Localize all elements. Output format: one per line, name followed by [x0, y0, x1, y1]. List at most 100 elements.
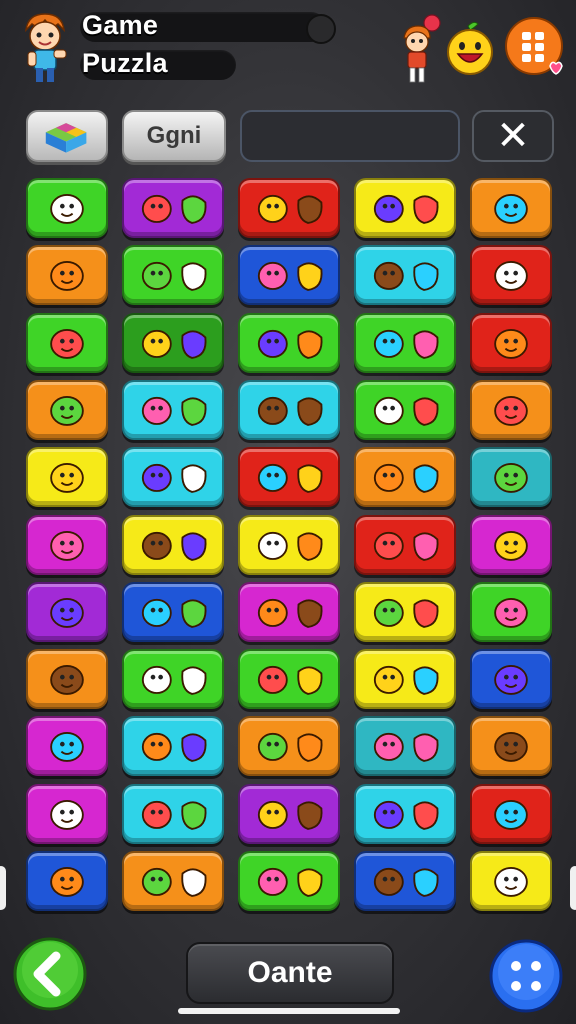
grid-tile[interactable] — [470, 447, 552, 508]
grid-tile[interactable] — [354, 649, 456, 710]
apps-menu-button[interactable] — [504, 16, 566, 78]
grid-tile[interactable] — [354, 245, 456, 306]
grid-tile[interactable] — [122, 851, 224, 911]
grid-tile[interactable] — [354, 178, 456, 238]
leaf-and-heart-icon — [257, 666, 323, 695]
grid-tile[interactable] — [354, 783, 456, 844]
grid-tile[interactable] — [122, 783, 224, 844]
grid-tile[interactable] — [470, 178, 552, 238]
grid-tile[interactable] — [26, 783, 108, 844]
blue-keyboard-icon — [50, 597, 84, 628]
grid-tile[interactable] — [26, 312, 108, 373]
camera-block-icon — [50, 530, 84, 561]
gingerbread-pair-icon — [141, 666, 207, 695]
red-controller-icon — [373, 666, 439, 695]
mushroom-hammer-icon — [50, 799, 84, 830]
grid-tile[interactable] — [122, 379, 224, 440]
grid-tile[interactable] — [354, 581, 456, 642]
grid-tile[interactable] — [354, 851, 456, 911]
purple-block-icon — [494, 261, 528, 292]
grid-tile[interactable] — [26, 581, 108, 642]
grid-tile[interactable] — [26, 514, 108, 575]
search-input[interactable] — [242, 112, 458, 160]
grid-tile[interactable] — [122, 447, 224, 508]
grid-tile[interactable] — [238, 514, 340, 575]
grid-tile[interactable] — [238, 447, 340, 508]
grid-tile[interactable] — [238, 649, 340, 710]
grid-tile[interactable] — [122, 514, 224, 575]
more-options-button[interactable] — [488, 938, 564, 1014]
grid-tile[interactable] — [470, 312, 552, 373]
pink-cup-icon — [494, 463, 528, 494]
grid-tile[interactable] — [470, 783, 552, 844]
red-cup-icon — [494, 732, 528, 763]
grid-tile[interactable] — [354, 514, 456, 575]
grid-tile[interactable] — [122, 649, 224, 710]
grid-tile[interactable] — [470, 851, 552, 911]
cauldron-and-candy-icon — [373, 396, 439, 426]
masks-icon — [257, 800, 323, 830]
grid-tile[interactable] — [470, 716, 552, 777]
grid-tile[interactable] — [470, 514, 552, 575]
grid-tile[interactable] — [470, 379, 552, 440]
grid-tile[interactable] — [26, 245, 108, 306]
green-blob-icon — [141, 464, 207, 494]
grid-tile[interactable] — [238, 851, 340, 911]
grid-tile[interactable] — [122, 245, 224, 306]
grid-tile[interactable] — [354, 716, 456, 777]
fruit-and-blocks-icon — [373, 329, 439, 359]
white-gadget-icon — [257, 531, 323, 561]
grid-tile[interactable] — [238, 312, 340, 373]
title-toggle-dot[interactable] — [306, 14, 336, 44]
lantern-and-pepper-icon — [141, 531, 207, 561]
grid-tile[interactable] — [238, 716, 340, 777]
grid-tile[interactable] — [122, 178, 224, 238]
grid-tile[interactable] — [354, 312, 456, 373]
grid-tile[interactable] — [26, 447, 108, 508]
blocks-mode-button[interactable] — [26, 110, 108, 162]
grid-tile[interactable] — [470, 581, 552, 642]
croissant-and-cookie-icon — [257, 329, 323, 359]
grid-tile[interactable] — [122, 312, 224, 373]
grid-tile[interactable] — [470, 245, 552, 306]
blue-crayon-icon — [50, 463, 84, 494]
right-edge-tab[interactable] — [570, 866, 576, 910]
white-ghosts-icon — [257, 598, 323, 628]
grid-tile[interactable] — [26, 178, 108, 238]
grid-tile[interactable] — [238, 245, 340, 306]
game-title-line2: Puzzla — [82, 48, 168, 78]
orange-lollipop-icon — [373, 867, 439, 897]
close-button[interactable]: ✕ — [472, 110, 554, 162]
grid-tile[interactable] — [26, 851, 108, 911]
berries-and-cracker-icon — [141, 329, 207, 359]
grid-tile[interactable] — [238, 379, 340, 440]
grid-tile[interactable] — [26, 379, 108, 440]
game-title-line1: Game — [82, 10, 159, 40]
grid-tile[interactable] — [238, 783, 340, 844]
character-balloon-icon — [403, 14, 441, 83]
home-indicator[interactable] — [178, 1008, 400, 1014]
action-button[interactable]: Oante — [186, 942, 394, 1004]
orange-fish-icon — [50, 328, 84, 359]
label-button[interactable]: Ggni — [122, 110, 226, 162]
grid-tile[interactable] — [354, 379, 456, 440]
left-edge-tab[interactable] — [0, 866, 6, 910]
grid-tile[interactable] — [26, 649, 108, 710]
back-button[interactable] — [12, 936, 90, 1012]
fish-and-orb-icon — [257, 733, 323, 763]
pink-grapes-icon — [373, 598, 439, 628]
grid-tile[interactable] — [470, 649, 552, 710]
grid-tile[interactable] — [122, 716, 224, 777]
grid-tile[interactable] — [26, 716, 108, 777]
yellow-critter-icon — [494, 867, 528, 897]
cookie-and-cone-icon — [141, 800, 207, 830]
yellow-banana-icon — [494, 597, 528, 628]
search-field[interactable] — [240, 110, 460, 162]
grid-tile[interactable] — [238, 581, 340, 642]
orange-crate-icon — [494, 530, 528, 561]
red-monster-eye-icon — [141, 194, 207, 224]
grid-tile[interactable] — [238, 178, 340, 238]
grid-tile[interactable] — [122, 581, 224, 642]
player-avatar-icon[interactable] — [18, 10, 72, 86]
grid-tile[interactable] — [354, 447, 456, 508]
